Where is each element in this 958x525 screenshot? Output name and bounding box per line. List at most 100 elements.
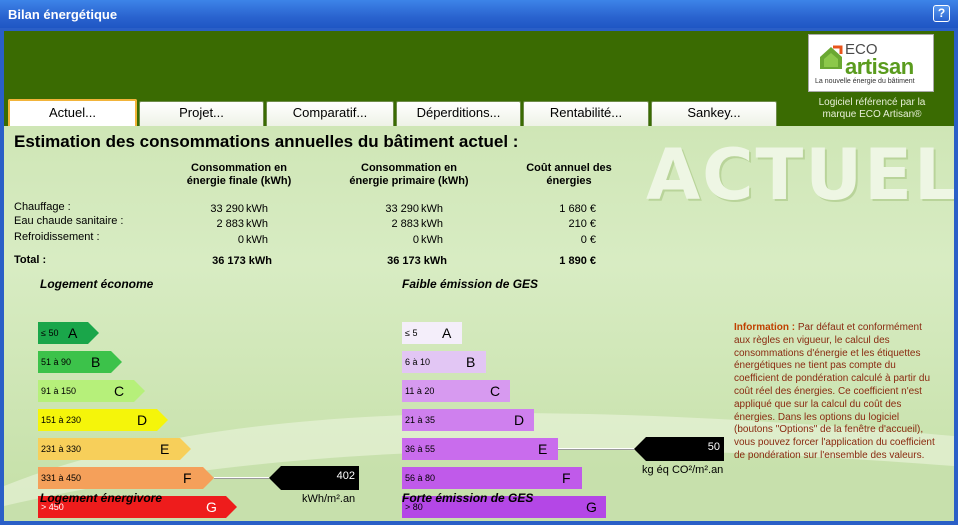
bar-letter-label: C bbox=[490, 383, 501, 399]
cell-primary-total: 36 173 kWh bbox=[387, 255, 447, 267]
energy-scale-bottom-label: Logement énergivore bbox=[40, 491, 163, 505]
reference-text: Logiciel référencé par la marque ECO Art… bbox=[818, 97, 926, 120]
cell-cost-total: 1 890 € bbox=[559, 255, 596, 267]
column-header-primary-line1: Consommation en bbox=[361, 162, 457, 174]
bar-range-label: 21 à 35 bbox=[405, 415, 436, 425]
column-header-cost: Coût annuel des énergies bbox=[509, 162, 629, 188]
cell-primary-eau-chaude: 2 883 bbox=[391, 218, 419, 230]
tab-rentabilite[interactable]: Rentabilité... bbox=[523, 101, 649, 126]
bar-letter-label: D bbox=[514, 412, 525, 428]
bar-letter-label: B bbox=[91, 354, 101, 370]
cell-final-unit-eau-chaude: kWh bbox=[246, 218, 268, 230]
row-label-eau-chaude: Eau chaude sanitaire : bbox=[14, 215, 124, 227]
ges-connector-line bbox=[558, 448, 634, 450]
column-header-primary-line2: énergie primaire (kWh) bbox=[349, 175, 469, 187]
energy-unit-label: kWh/m².an bbox=[302, 493, 356, 505]
information-text: Par défaut et conformément aux règles en… bbox=[734, 322, 935, 461]
cell-final-eau-chaude: 2 883 bbox=[216, 218, 244, 230]
window-titlebar: Bilan énergétique ? bbox=[0, 0, 958, 28]
window-content: ECO artisan La nouvelle énergie du bâtim… bbox=[4, 31, 954, 521]
energy-value-marker: 402 bbox=[269, 466, 359, 490]
tab-actuel[interactable]: Actuel... bbox=[8, 99, 137, 126]
watermark-actuel: ACTUEL bbox=[646, 134, 954, 216]
row-label-chauffage: Chauffage : bbox=[14, 201, 71, 213]
information-label: Information : bbox=[734, 322, 796, 333]
cell-final-total: 36 173 kWh bbox=[212, 255, 272, 267]
energy-bar-c: 91 à 150 C bbox=[38, 380, 146, 402]
column-header-cost-line1: Coût annuel des bbox=[526, 162, 612, 174]
cell-final-unit-chauffage: kWh bbox=[246, 203, 268, 215]
bar-letter-label: A bbox=[68, 325, 78, 341]
energy-bar-e: 231 à 330 E bbox=[38, 438, 192, 460]
energy-value: 402 bbox=[336, 470, 355, 482]
house-logo-icon bbox=[820, 45, 843, 69]
column-header-final: Consommation en énergie finale (kWh) bbox=[164, 162, 314, 188]
bar-letter-label: D bbox=[137, 412, 148, 428]
ges-bar-d: 21 à 35 D bbox=[402, 409, 534, 431]
bar-letter-label: B bbox=[466, 354, 476, 370]
tab-sankey[interactable]: Sankey... bbox=[651, 101, 777, 126]
ges-bar-e: 36 à 55 E bbox=[402, 438, 558, 460]
cell-cost-eau-chaude: 210 € bbox=[568, 218, 596, 230]
information-note: Information : Par défaut et conformément… bbox=[734, 322, 939, 463]
cell-primary-unit-chauffage: kWh bbox=[421, 203, 443, 215]
energy-connector-line bbox=[214, 477, 269, 479]
bar-range-label: 11 à 20 bbox=[405, 386, 435, 396]
bar-letter-label: G bbox=[206, 499, 217, 515]
ges-bar-a: ≤ 5 A bbox=[402, 322, 462, 344]
bar-range-label: 91 à 150 bbox=[41, 386, 77, 396]
tab-comparatif[interactable]: Comparatif... bbox=[266, 101, 394, 126]
logo-tagline: La nouvelle énergie du bâtiment bbox=[815, 78, 915, 85]
bar-letter-label: E bbox=[538, 441, 548, 457]
ges-unit-label: kg éq CO²/m².an bbox=[642, 464, 724, 476]
bar-range-label: 6 à 10 bbox=[405, 357, 431, 367]
bar-range-label: 231 à 330 bbox=[41, 444, 82, 454]
column-header-primary: Consommation en énergie primaire (kWh) bbox=[334, 162, 484, 188]
bar-range-label: ≤ 5 bbox=[405, 328, 418, 338]
cell-primary-unit-eau-chaude: kWh bbox=[421, 218, 443, 230]
row-label-refroidissement: Refroidissement : bbox=[14, 231, 100, 243]
cell-final-chauffage: 33 290 bbox=[210, 203, 244, 215]
eco-artisan-logo: ECO artisan La nouvelle énergie du bâtim… bbox=[808, 34, 934, 92]
bar-letter-label: C bbox=[114, 383, 125, 399]
ges-value-marker: 50 bbox=[634, 437, 724, 461]
bar-letter-label: F bbox=[183, 470, 192, 486]
cell-final-refroidissement: 0 bbox=[237, 234, 244, 246]
bar-range-label: 151 à 230 bbox=[41, 415, 82, 425]
page-title: Estimation des consommations annuelles d… bbox=[14, 132, 519, 151]
window-frame: ECO artisan La nouvelle énergie du bâtim… bbox=[0, 28, 958, 525]
column-header-final-line2: énergie finale (kWh) bbox=[186, 175, 292, 187]
energy-bar-b: 51 à 90 B bbox=[38, 351, 123, 373]
cell-primary-unit-refroidissement: kWh bbox=[421, 234, 443, 246]
energy-bar-f: 331 à 450 F bbox=[38, 467, 215, 489]
column-header-cost-line2: énergies bbox=[546, 175, 592, 187]
bar-range-label: 36 à 55 bbox=[405, 444, 436, 454]
cell-primary-refroidissement: 0 bbox=[412, 234, 419, 246]
energy-bar-a: ≤ 50 A bbox=[38, 322, 100, 344]
bar-letter-label: G bbox=[586, 499, 597, 515]
bar-range-label: ≤ 50 bbox=[41, 328, 59, 338]
bar-range-label: 56 à 80 bbox=[405, 473, 436, 483]
logo-artisan-text: artisan bbox=[845, 54, 914, 79]
column-header-final-line1: Consommation en bbox=[191, 162, 287, 174]
bar-range-label: 51 à 90 bbox=[41, 357, 72, 367]
cell-primary-chauffage: 33 290 bbox=[385, 203, 419, 215]
tab-projet[interactable]: Projet... bbox=[139, 101, 264, 126]
cell-cost-chauffage: 1 680 € bbox=[559, 203, 596, 215]
bar-range-label: 331 à 450 bbox=[41, 473, 82, 483]
help-button[interactable]: ? bbox=[933, 5, 950, 22]
bar-letter-label: E bbox=[160, 441, 170, 457]
ges-scale-top-label: Faible émission de GES bbox=[402, 277, 539, 291]
energy-scale-top-label: Logement économe bbox=[40, 277, 154, 291]
bar-letter-label: F bbox=[562, 470, 571, 486]
window-title: Bilan énergétique bbox=[8, 7, 118, 22]
ges-bar-b: 6 à 10 B bbox=[402, 351, 486, 373]
tab-deperditions[interactable]: Déperditions... bbox=[396, 101, 521, 126]
ges-value: 50 bbox=[707, 441, 720, 453]
row-label-total: Total : bbox=[14, 254, 47, 266]
ges-scale-bottom-label: Forte émission de GES bbox=[402, 491, 534, 505]
cell-cost-refroidissement: 0 € bbox=[580, 234, 596, 246]
energy-bar-d: 151 à 230 D bbox=[38, 409, 169, 431]
ges-bar-f: 56 à 80 F bbox=[402, 467, 582, 489]
tab-panel-actuel: ACTUEL Estimation des consommations annu… bbox=[4, 126, 954, 521]
